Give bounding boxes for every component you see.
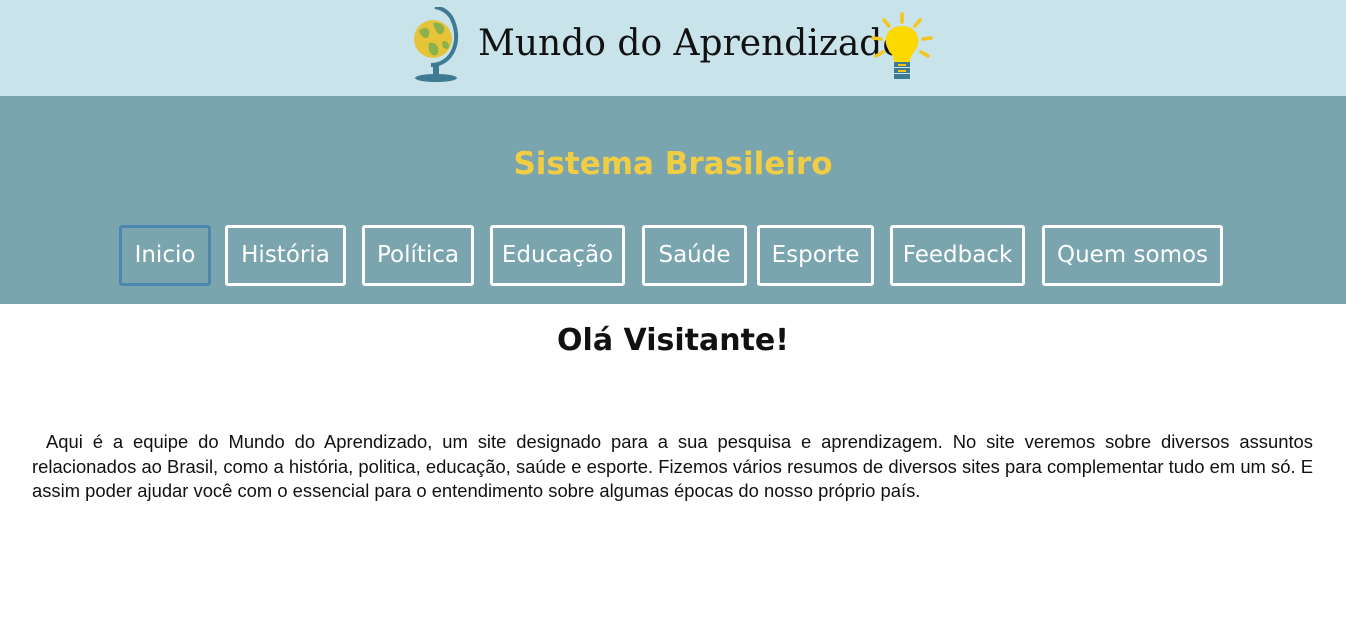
nav-item-educacao[interactable]: Educação	[490, 225, 625, 286]
greeting-heading: Olá Visitante!	[557, 323, 789, 358]
nav-item-esporte[interactable]: Esporte	[757, 225, 874, 286]
nav-item-feedback[interactable]: Feedback	[890, 225, 1025, 286]
section-title: Sistema Brasileiro	[513, 146, 833, 182]
nav-item-politica[interactable]: Política	[362, 225, 474, 286]
nav-item-quem-somos[interactable]: Quem somos	[1042, 225, 1223, 286]
nav-item-saude[interactable]: Saúde	[642, 225, 747, 286]
lightbulb-icon	[871, 12, 933, 79]
navigation-band: Sistema Brasileiro Inicio História Polít…	[0, 96, 1346, 304]
intro-paragraph: Aqui é a equipe do Mundo do Aprendizado,…	[32, 431, 1313, 501]
nav-item-historia[interactable]: História	[225, 225, 346, 286]
site-title: Mundo do Aprendizado	[478, 23, 905, 64]
globe-icon	[414, 7, 459, 82]
nav-item-inicio[interactable]: Inicio	[119, 225, 211, 286]
site-banner: Mundo do Aprendizado	[0, 0, 1346, 96]
